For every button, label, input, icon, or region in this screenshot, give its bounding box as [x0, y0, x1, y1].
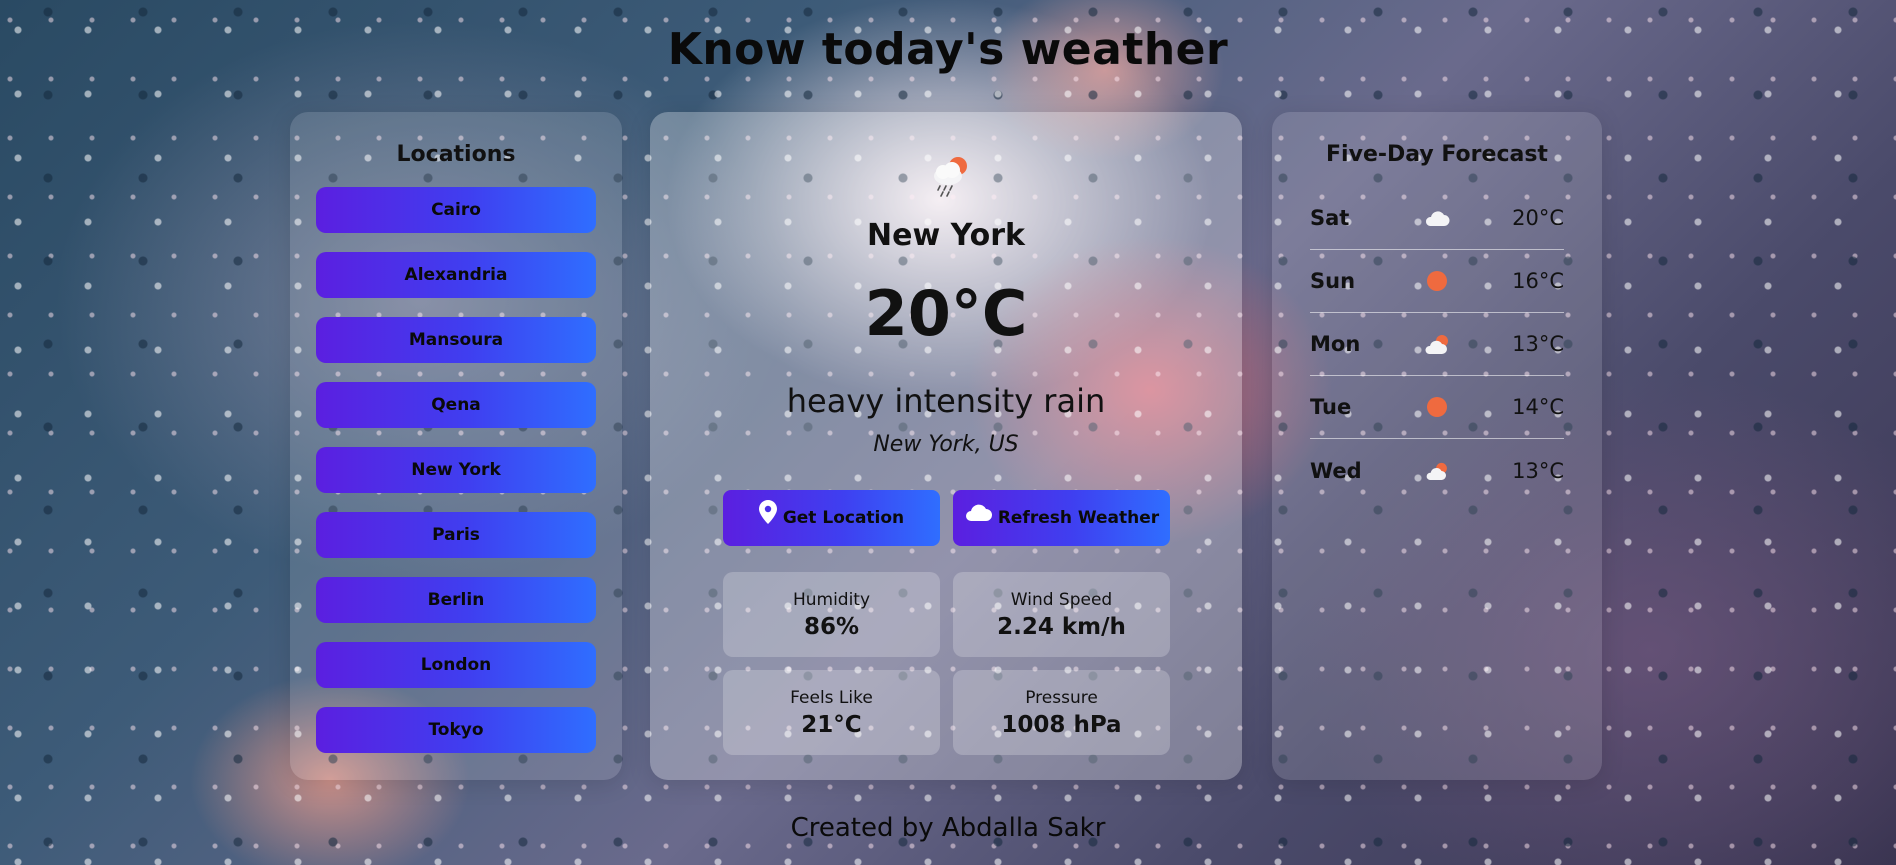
wind-speed-stat: Wind Speed 2.24 km/h	[953, 572, 1170, 657]
location-button-alexandria[interactable]: Alexandria	[316, 252, 596, 298]
cloud-sun-icon	[1397, 462, 1477, 480]
feels-like-label: Feels Like	[790, 687, 873, 708]
get-location-label: Get Location	[782, 508, 905, 528]
location-button-tokyo[interactable]: Tokyo	[316, 707, 596, 753]
current-temperature: 20°C	[864, 277, 1028, 350]
forecast-title: Five-Day Forecast	[1326, 142, 1548, 167]
get-location-button[interactable]: Get Location	[723, 490, 940, 546]
forecast-temp: 13°C	[1512, 458, 1564, 483]
location-button-qena[interactable]: Qena	[316, 382, 596, 428]
locations-title: Locations	[396, 142, 516, 167]
forecast-row: Tue 14°C	[1310, 376, 1564, 439]
locations-list: Cairo Alexandria Mansoura Qena New York …	[290, 187, 622, 753]
forecast-temp: 13°C	[1512, 332, 1564, 356]
action-buttons: Get Location Refresh Weather	[723, 490, 1170, 546]
forecast-temp: 20°C	[1512, 206, 1564, 230]
refresh-weather-label: Refresh Weather	[997, 508, 1160, 528]
location-country: New York, US	[873, 432, 1019, 457]
location-button-cairo[interactable]: Cairo	[316, 187, 596, 233]
humidity-label: Humidity	[792, 589, 871, 610]
cloud-icon	[1397, 210, 1477, 226]
location-button-berlin[interactable]: Berlin	[316, 577, 596, 623]
location-button-paris[interactable]: Paris	[316, 512, 596, 558]
pressure-value: 1008 hPa	[1001, 711, 1122, 738]
forecast-row: Sun 16°C	[1310, 250, 1564, 313]
feels-like-value: 21°C	[801, 711, 862, 738]
forecast-day: Sat	[1310, 206, 1350, 230]
city-name: New York	[867, 218, 1025, 253]
humidity-stat: Humidity 86%	[723, 572, 940, 657]
location-button-mansoura[interactable]: Mansoura	[316, 317, 596, 363]
humidity-value: 86%	[803, 613, 860, 640]
forecast-temp: 16°C	[1512, 269, 1564, 293]
page-title: Know today's weather	[667, 24, 1229, 75]
forecast-day: Mon	[1310, 332, 1361, 356]
wind-speed-value: 2.24 km/h	[997, 613, 1126, 640]
current-weather-card: New York 20°C heavy intensity rain New Y…	[650, 112, 1242, 780]
weather-stats-grid: Humidity 86% Wind Speed 2.24 km/h Feels …	[723, 572, 1170, 755]
forecast-day: Tue	[1310, 395, 1352, 419]
footer-credit: Created by Abdalla Sakr	[790, 813, 1106, 843]
rain-sun-icon	[934, 157, 967, 197]
forecast-row: Sat 20°C	[1310, 187, 1564, 250]
pressure-stat: Pressure 1008 hPa	[953, 670, 1170, 755]
forecast-row: Mon 13°C	[1310, 313, 1564, 376]
locations-panel: Locations Cairo Alexandria Mansoura Qena…	[290, 112, 622, 780]
sun-icon	[1397, 271, 1477, 291]
cloud-icon	[964, 503, 992, 526]
location-button-london[interactable]: London	[316, 642, 596, 688]
forecast-list: Sat 20°C Sun 16°C Mon 13°C Tue 14°C Wed	[1310, 187, 1564, 502]
location-button-new-york[interactable]: New York	[316, 447, 596, 493]
feels-like-stat: Feels Like 21°C	[723, 670, 940, 755]
pressure-label: Pressure	[1025, 687, 1098, 708]
forecast-panel: Five-Day Forecast Sat 20°C Sun 16°C Mon …	[1272, 112, 1602, 780]
forecast-day: Sun	[1310, 269, 1356, 293]
forecast-temp: 14°C	[1512, 395, 1564, 419]
map-pin-icon	[758, 499, 777, 529]
forecast-row: Wed 13°C	[1310, 439, 1564, 502]
sun-icon	[1397, 397, 1477, 417]
wind-speed-label: Wind Speed	[1010, 589, 1113, 610]
cloud-sun-icon	[1397, 334, 1477, 354]
refresh-weather-button[interactable]: Refresh Weather	[953, 490, 1170, 546]
weather-description: heavy intensity rain	[786, 382, 1106, 420]
forecast-day: Wed	[1310, 458, 1362, 483]
